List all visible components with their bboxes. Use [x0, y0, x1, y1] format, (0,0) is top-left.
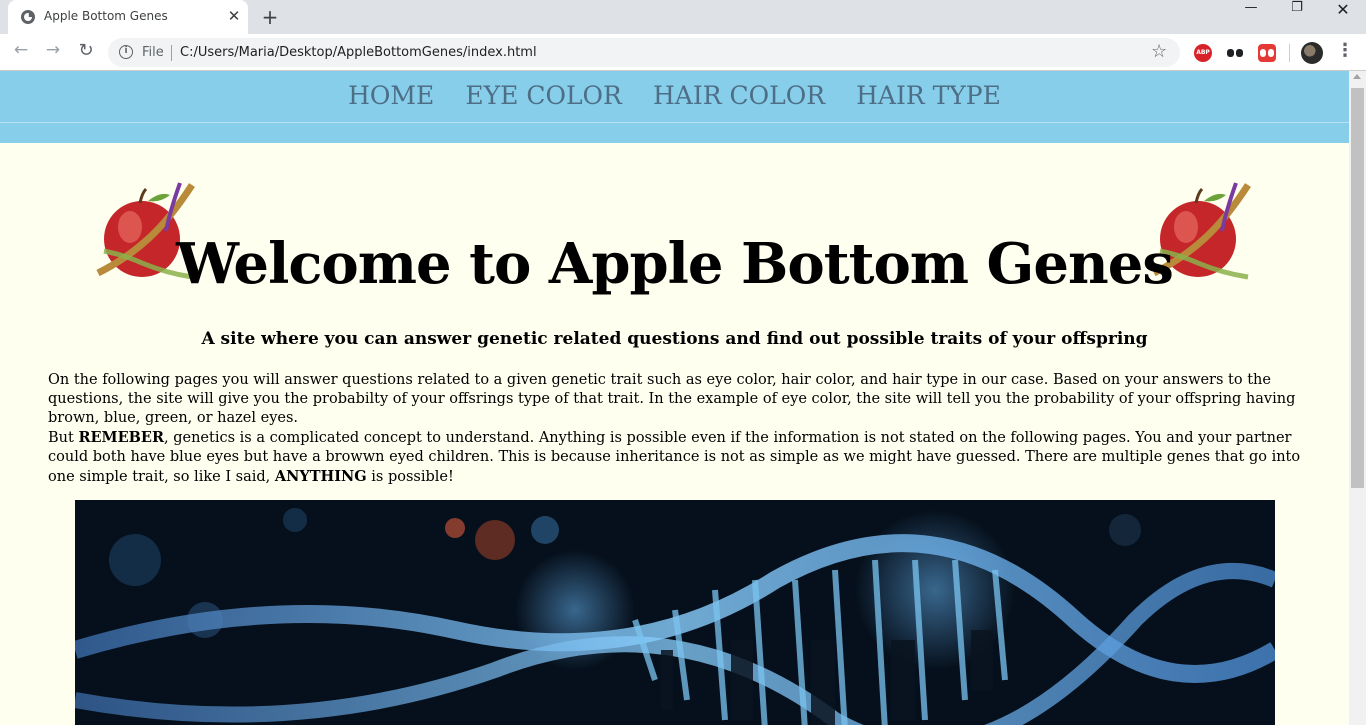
bookmark-star-icon[interactable]: ☆ — [1151, 41, 1167, 62]
scrollbar-thumb[interactable] — [1351, 88, 1364, 488]
intro-text: On the following pages you will answer q… — [48, 371, 1310, 487]
browser-tab-bar: Apple Bottom Genes ✕ + — ❐ ✕ — [0, 0, 1366, 34]
forward-button[interactable]: → — [40, 40, 66, 66]
dna-helix-image — [75, 500, 1275, 725]
paragraph-2-start: But — [48, 430, 79, 446]
nav-links: HOME EYE COLOR HAIR COLOR HAIR TYPE — [0, 81, 1349, 110]
toolbar-divider — [1289, 44, 1290, 62]
paragraph-2-middle: , genetics is a complicated concept to u… — [48, 430, 1301, 485]
remember-bold: REMEBER — [78, 429, 165, 446]
page-scrollbar[interactable] — [1349, 71, 1366, 725]
adblock-plus-icon[interactable]: ABP — [1194, 44, 1212, 62]
nav-hair-color[interactable]: HAIR COLOR — [653, 81, 825, 110]
nav-eye-color[interactable]: EYE COLOR — [465, 81, 622, 110]
window-close-button[interactable]: ✕ — [1320, 0, 1366, 30]
page-subtitle: A site where you can answer genetic rela… — [201, 329, 1148, 349]
nav-home[interactable]: HOME — [348, 81, 434, 110]
file-label: File — [142, 45, 164, 60]
site-navbar: HOME EYE COLOR HAIR COLOR HAIR TYPE — [0, 71, 1349, 143]
paragraph-2-end: is possible! — [366, 469, 454, 485]
globe-icon — [21, 10, 35, 24]
profile-avatar[interactable] — [1301, 42, 1323, 64]
browser-tab[interactable]: Apple Bottom Genes ✕ — [8, 0, 248, 34]
extension-icon-red[interactable] — [1258, 44, 1276, 62]
menu-icon[interactable]: ⋮ — [1336, 40, 1354, 61]
restore-button[interactable]: ❐ — [1274, 0, 1320, 30]
scroll-up-arrow-icon[interactable] — [1353, 74, 1361, 79]
url-text[interactable]: C:/Users/Maria/Desktop/AppleBottomGenes/… — [180, 45, 537, 60]
intro-paragraph-1: On the following pages you will answer q… — [48, 372, 1296, 426]
page-title: Welcome to Apple Bottom Genes — [176, 231, 1174, 297]
omnibox-divider — [171, 45, 172, 61]
extension-icon[interactable] — [1226, 44, 1244, 62]
minimize-button[interactable]: — — [1228, 0, 1274, 30]
info-icon[interactable]: i — [119, 45, 133, 59]
navbar-divider — [0, 122, 1349, 123]
reload-button[interactable]: ↻ — [73, 40, 99, 66]
new-tab-button[interactable]: + — [259, 6, 281, 28]
tab-title: Apple Bottom Genes — [44, 9, 168, 23]
close-icon[interactable]: ✕ — [226, 8, 242, 24]
back-button[interactable]: ← — [8, 40, 34, 66]
intro-paragraph-2: But REMEBER, genetics is a complicated c… — [48, 428, 1310, 487]
anything-bold: ANYTHING — [274, 468, 367, 485]
address-bar[interactable]: i File C:/Users/Maria/Desktop/AppleBotto… — [108, 38, 1180, 67]
browser-toolbar: ← → ↻ i File C:/Users/Maria/Desktop/Appl… — [0, 34, 1366, 71]
page-viewport: HOME EYE COLOR HAIR COLOR HAIR TYPE Welc… — [0, 71, 1349, 725]
nav-hair-type[interactable]: HAIR TYPE — [856, 81, 1001, 110]
